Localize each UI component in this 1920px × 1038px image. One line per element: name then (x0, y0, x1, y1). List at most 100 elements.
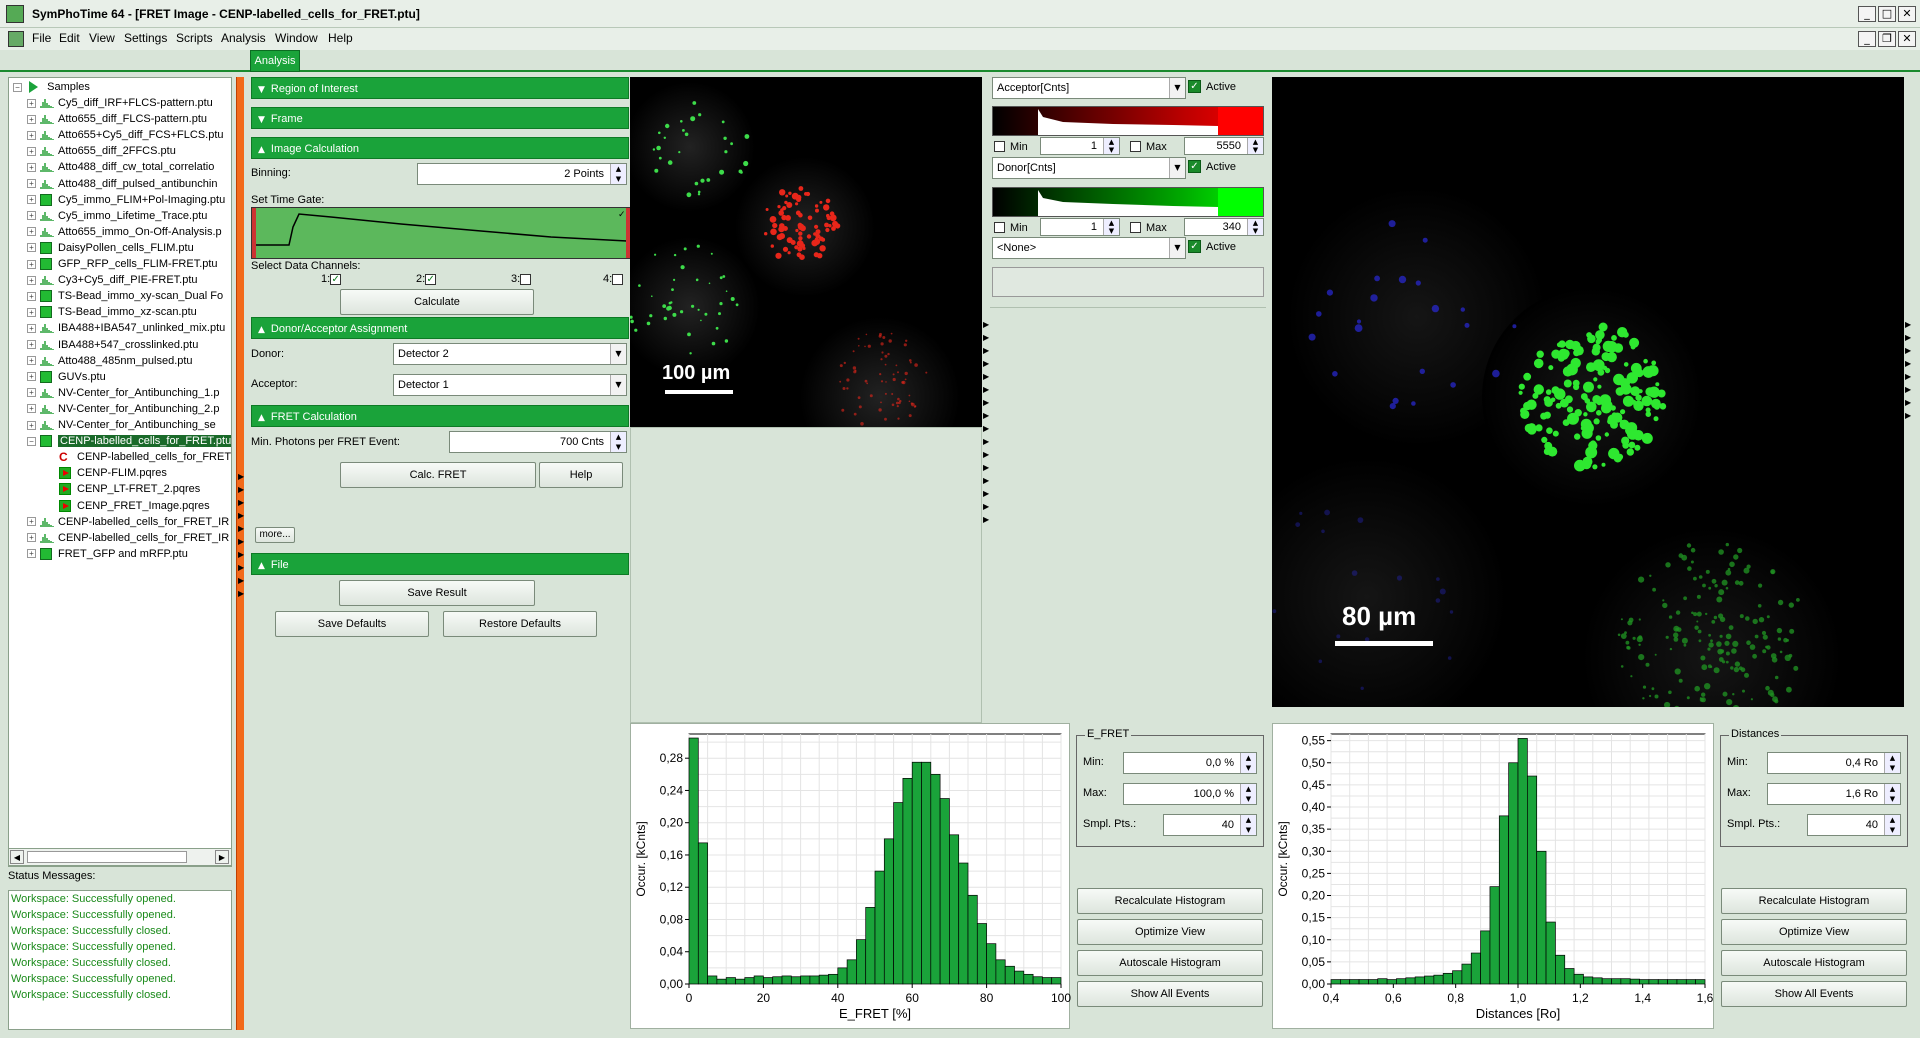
tree-item[interactable]: + Atto488_diff_pulsed_antibunchin (27, 176, 217, 192)
expand-icon[interactable]: + (27, 420, 36, 430)
spin-icon[interactable]: ▲ ▼ (1240, 784, 1256, 804)
section-frame[interactable]: ▼ Frame (251, 107, 629, 129)
section-roi[interactable]: ▼ Region of Interest (251, 77, 629, 99)
section-fret-calc[interactable]: ▲ FRET Calculation (251, 405, 629, 427)
tree-item[interactable]: + Atto655+Cy5_diff_FCS+FLCS.ptu (27, 127, 224, 143)
tree-item[interactable]: CENP-FLIM.pqres (59, 465, 167, 481)
distance-histogram-chart[interactable]: 0,00 0,05 0,10 0,15 0,20 0,25 0,30 0,35 0,40 0,45… (1273, 724, 1715, 1030)
expand-icon[interactable]: + (27, 227, 36, 237)
channel-1[interactable]: 1:✓ (321, 273, 342, 285)
channel-1-checkbox[interactable]: ✓ (330, 273, 342, 285)
minimize-button[interactable]: _ (1858, 6, 1876, 22)
acceptor-min-input[interactable]: 1 ▲ ▼ (1040, 137, 1120, 155)
autoscale-histogram-button[interactable]: Autoscale Histogram (1721, 950, 1907, 976)
tree-item[interactable]: CENP_LT-FRET_2.pqres (59, 481, 200, 497)
acceptor-color-ramp[interactable] (992, 106, 1264, 136)
channel-2[interactable]: 2:✓ (416, 273, 437, 285)
collapse-icon[interactable]: − (13, 82, 22, 92)
efret-max-input[interactable]: 100,0 % ▲ ▼ (1123, 783, 1257, 805)
acceptor-min-checkbox[interactable] (994, 141, 1005, 152)
section-donor-acceptor[interactable]: ▲ Donor/Acceptor Assignment (251, 317, 629, 339)
tree-item[interactable]: + GUVs.ptu (27, 369, 106, 385)
save-result-button[interactable]: Save Result (339, 580, 535, 606)
donor-min-checkbox[interactable] (994, 222, 1005, 233)
channel-4[interactable]: 4: (603, 273, 624, 285)
scroll-thumb[interactable] (27, 851, 187, 863)
show-all-events-button[interactable]: Show All Events (1077, 981, 1263, 1007)
time-gate-plot[interactable]: ✓ (251, 207, 631, 259)
workspace-tree[interactable]: − Samples + Cy5_diff_IRF+FLCS-pattern.ptu… (8, 77, 232, 867)
dist-min-input[interactable]: 0,4 Ro ▲ ▼ (1767, 752, 1901, 774)
chevron-down-icon[interactable]: ▼ (1169, 158, 1185, 178)
menu-settings[interactable]: Settings (124, 31, 167, 45)
spin-icon[interactable]: ▲ ▼ (610, 432, 626, 452)
acceptor-max-input[interactable]: 5550 ▲ ▼ (1184, 137, 1264, 155)
expand-icon[interactable]: + (27, 162, 36, 172)
acceptor-select[interactable]: Detector 1 ▼ (393, 374, 627, 396)
channel-3-checkbox[interactable] (520, 273, 532, 285)
spin-icon[interactable]: ▲ ▼ (1103, 219, 1119, 235)
more-button[interactable]: more... (255, 527, 295, 543)
child-close-button[interactable]: ✕ (1898, 31, 1916, 47)
expand-icon[interactable]: + (27, 517, 36, 527)
expand-icon[interactable]: + (27, 356, 36, 366)
efret-pts-input[interactable]: 40 ▲ ▼ (1163, 814, 1257, 836)
expand-icon[interactable]: + (27, 388, 36, 398)
efret-min-input[interactable]: 0,0 % ▲ ▼ (1123, 752, 1257, 774)
expand-icon[interactable]: + (27, 372, 36, 382)
donor-max-checkbox[interactable] (1130, 222, 1141, 233)
tree-item[interactable]: + FRET_GFP and mRFP.ptu (27, 546, 188, 562)
tree-item[interactable]: + IBA488+IBA547_unlinked_mix.ptu (27, 320, 225, 336)
tree-item[interactable]: + Atto488_485nm_pulsed.ptu (27, 353, 193, 369)
tree-item[interactable]: + Atto488_diff_cw_total_correlatio (27, 159, 214, 175)
menu-window[interactable]: Window (275, 31, 318, 45)
acceptor-max-checkbox[interactable] (1130, 141, 1141, 152)
tree-item[interactable]: + Atto655_immo_On-Off-Analysis.p (27, 224, 222, 240)
dist-max-input[interactable]: 1,6 Ro ▲ ▼ (1767, 783, 1901, 805)
donor-select[interactable]: Detector 2 ▼ (393, 343, 627, 365)
min-photons-input[interactable]: 700 Cnts ▲ ▼ (449, 431, 627, 453)
tree-item[interactable]: + TS-Bead_immo_xy-scan_Dual Fo (27, 288, 223, 304)
expand-icon[interactable]: + (27, 307, 36, 317)
channel-4-checkbox[interactable] (612, 273, 624, 285)
chevron-down-icon[interactable]: ▼ (1169, 238, 1185, 258)
third-active-checkbox[interactable]: ✓ (1188, 240, 1201, 253)
expand-icon[interactable]: + (27, 275, 36, 285)
tree-item[interactable]: + IBA488+547_crosslinked.ptu (27, 337, 198, 353)
spin-icon[interactable]: ▲ ▼ (1247, 219, 1263, 235)
expand-icon[interactable]: + (27, 259, 36, 269)
donor-color-ramp[interactable] (992, 187, 1264, 217)
expand-icon[interactable]: + (27, 130, 36, 140)
channel-3[interactable]: 3: (511, 273, 532, 285)
scroll-right-icon[interactable]: ▶ (215, 850, 229, 864)
tree-item[interactable]: + NV-Center_for_Antibunching_1.p (27, 385, 219, 401)
expand-icon[interactable]: + (27, 340, 36, 350)
tree-item[interactable]: + NV-Center_for_Antibunching_se (27, 417, 216, 433)
spin-icon[interactable]: ▲ ▼ (1884, 815, 1900, 835)
expand-icon[interactable]: + (27, 533, 36, 543)
tree-item[interactable]: + NV-Center_for_Antibunching_2.p (27, 401, 219, 417)
show-all-events-button[interactable]: Show All Events (1721, 981, 1907, 1007)
fret-histogram-chart[interactable]: 0,00 0,04 0,08 0,12 0,16 0,20 0,24 0,28 0 20 40 60 8… (631, 724, 1071, 1030)
acceptor-active-checkbox[interactable]: ✓ (1188, 80, 1201, 93)
close-button[interactable]: ✕ (1898, 6, 1916, 22)
expand-icon[interactable]: + (27, 323, 36, 333)
tree-item[interactable]: CENP_FRET_Image.pqres (59, 498, 210, 514)
chevron-down-icon[interactable]: ▼ (1169, 78, 1185, 98)
tree-item[interactable]: + CENP-labelled_cells_for_FRET_IR (27, 530, 229, 546)
spin-icon[interactable]: ▲ ▼ (1247, 138, 1263, 154)
optimize-view-button[interactable]: Optimize View (1721, 919, 1907, 945)
section-image-calc[interactable]: ▲ Image Calculation (251, 137, 629, 159)
menu-edit[interactable]: Edit (59, 31, 80, 45)
section-file[interactable]: ▲ File (251, 553, 629, 575)
tree-item[interactable]: + GFP_RFP_cells_FLIM-FRET.ptu (27, 256, 218, 272)
spin-icon[interactable]: ▲ ▼ (1240, 815, 1256, 835)
scroll-left-icon[interactable]: ◀ (10, 850, 24, 864)
expand-icon[interactable]: + (27, 179, 36, 189)
maximize-button[interactable]: □ (1878, 6, 1896, 22)
binning-input[interactable]: 2 Points ▲ ▼ (417, 163, 627, 185)
donor-min-input[interactable]: 1 ▲ ▼ (1040, 218, 1120, 236)
expand-icon[interactable]: + (27, 114, 36, 124)
menu-view[interactable]: View (89, 31, 115, 45)
tree-item[interactable]: + Cy3+Cy5_diff_PIE-FRET.ptu (27, 272, 198, 288)
